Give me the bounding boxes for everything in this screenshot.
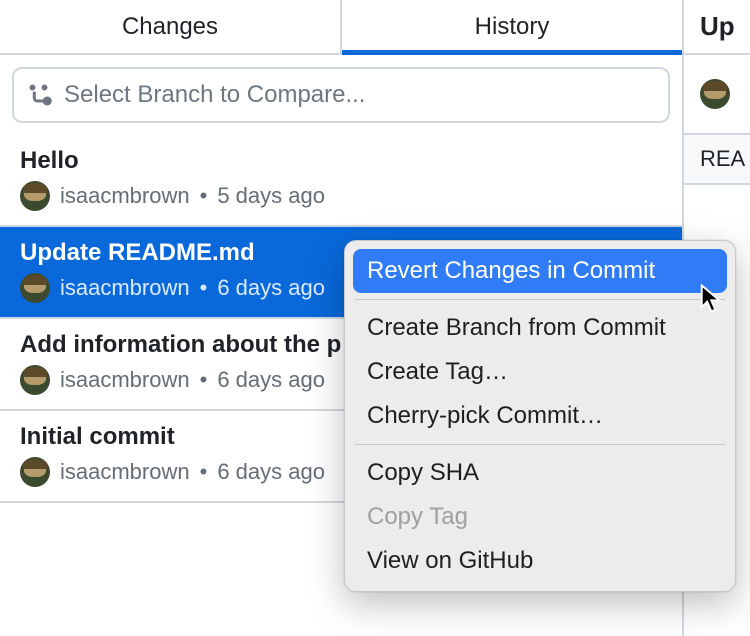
context-menu-item[interactable]: Create Tag… <box>353 350 727 394</box>
commit-context-menu: Revert Changes in Commit Create Branch fr… <box>344 240 736 592</box>
context-menu-item[interactable]: Revert Changes in Commit <box>353 249 727 293</box>
commit-time: 5 days ago <box>217 183 325 209</box>
avatar <box>700 79 730 109</box>
context-menu-item[interactable]: Copy SHA <box>353 451 727 495</box>
commit-author: isaacmbrown <box>60 367 190 393</box>
avatar <box>20 457 50 487</box>
tab-history-label: History <box>475 13 550 41</box>
avatar <box>20 181 50 211</box>
meta-separator-icon: • <box>200 183 208 209</box>
context-menu-separator <box>355 444 725 445</box>
detail-title-text: Up <box>700 11 735 42</box>
commit-author: isaacmbrown <box>60 275 190 301</box>
branch-compare-placeholder: Select Branch to Compare... <box>64 81 365 109</box>
tab-changes[interactable]: Changes <box>0 0 340 53</box>
detail-file-row[interactable]: REA <box>684 135 750 185</box>
avatar <box>20 365 50 395</box>
meta-separator-icon: • <box>200 459 208 485</box>
commit-row[interactable]: Hello isaacmbrown • 5 days ago <box>0 135 682 227</box>
detail-title: Up <box>684 0 750 55</box>
commit-time: 6 days ago <box>217 275 325 301</box>
commit-title: Hello <box>20 147 662 175</box>
branch-compare-select[interactable]: Select Branch to Compare... <box>12 67 670 123</box>
commit-author: isaacmbrown <box>60 183 190 209</box>
meta-separator-icon: • <box>200 367 208 393</box>
context-menu-item: Copy Tag <box>353 495 727 539</box>
commit-time: 6 days ago <box>217 367 325 393</box>
tab-changes-label: Changes <box>122 13 218 41</box>
tab-history[interactable]: History <box>340 0 682 53</box>
avatar <box>20 273 50 303</box>
detail-author-row <box>684 55 750 135</box>
meta-separator-icon: • <box>200 275 208 301</box>
detail-file-text: REA <box>700 146 745 172</box>
commit-meta: isaacmbrown • 5 days ago <box>20 181 662 211</box>
context-menu-item[interactable]: View on GitHub <box>353 539 727 583</box>
context-menu-item[interactable]: Cherry-pick Commit… <box>353 394 727 438</box>
git-branch-icon <box>28 83 52 107</box>
commit-author: isaacmbrown <box>60 459 190 485</box>
context-menu-separator <box>355 299 725 300</box>
context-menu-item[interactable]: Create Branch from Commit <box>353 306 727 350</box>
tabs: Changes History <box>0 0 682 55</box>
commit-time: 6 days ago <box>217 459 325 485</box>
